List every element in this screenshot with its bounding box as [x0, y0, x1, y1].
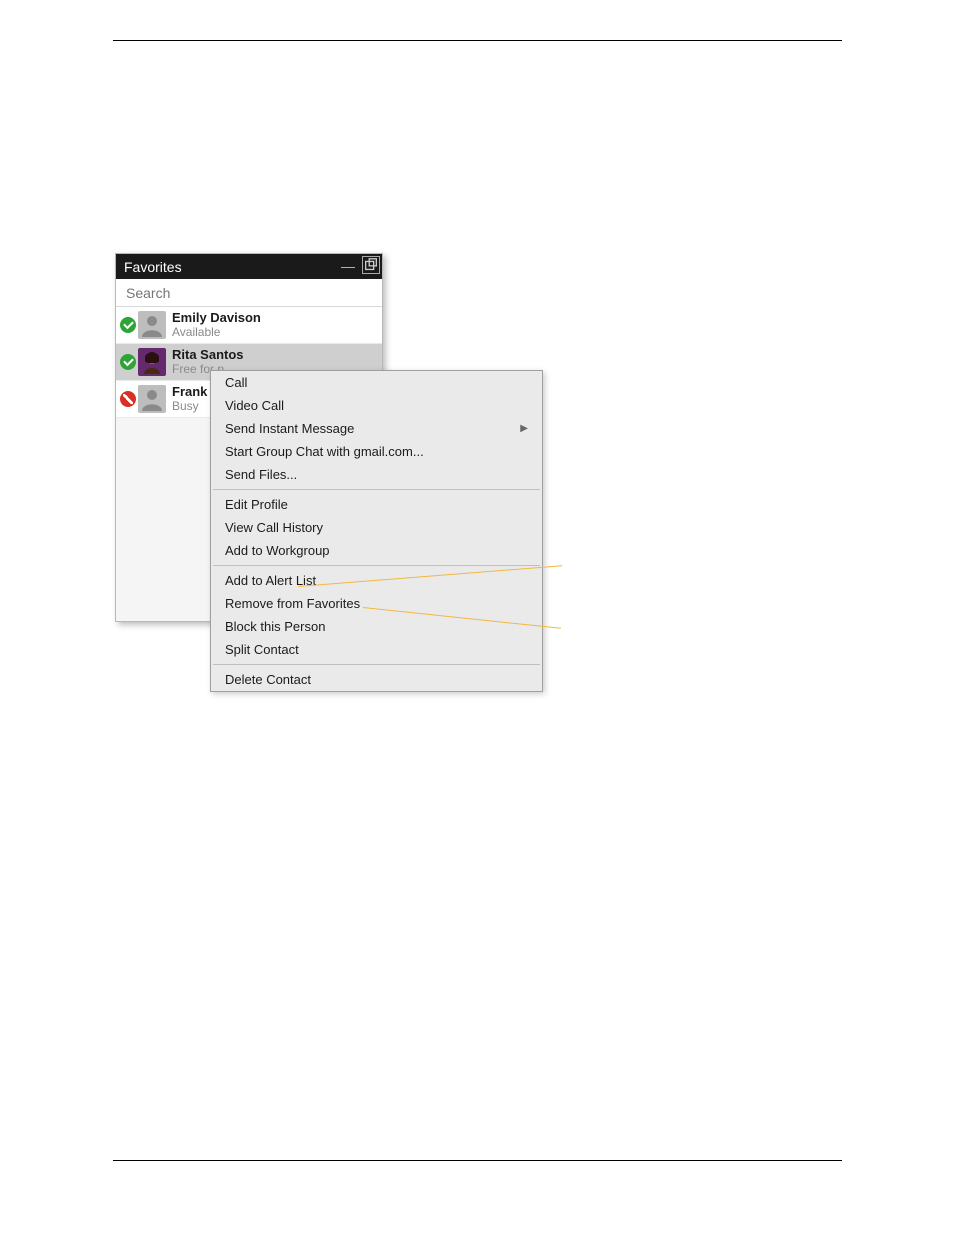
- menu-item-delete[interactable]: Delete Contact: [211, 668, 542, 691]
- menu-item-send-im[interactable]: Send Instant Message▶: [211, 417, 542, 440]
- menu-item-send-files[interactable]: Send Files...: [211, 463, 542, 486]
- menu-item-call-history[interactable]: View Call History: [211, 516, 542, 539]
- presence-busy-icon: [120, 391, 136, 407]
- menu-item-block[interactable]: Block this Person: [211, 615, 542, 638]
- contact-status: Available: [172, 326, 261, 339]
- menu-item-edit-profile[interactable]: Edit Profile: [211, 493, 542, 516]
- menu-item-group-chat[interactable]: Start Group Chat with gmail.com...: [211, 440, 542, 463]
- menu-item-remove-favorites[interactable]: Remove from Favorites: [211, 592, 542, 615]
- panel-title: Favorites: [124, 259, 182, 275]
- menu-separator: [213, 565, 540, 566]
- avatar: [138, 385, 166, 413]
- divider-bottom: [113, 1160, 842, 1161]
- menu-separator: [213, 664, 540, 665]
- menu-item-split[interactable]: Split Contact: [211, 638, 542, 661]
- menu-item-video-call[interactable]: Video Call: [211, 394, 542, 417]
- menu-item-call[interactable]: Call: [211, 371, 542, 394]
- context-menu: Call Video Call Send Instant Message▶ St…: [210, 370, 543, 692]
- menu-item-add-workgroup[interactable]: Add to Workgroup: [211, 539, 542, 562]
- search-bar: [116, 279, 382, 307]
- search-input[interactable]: [126, 285, 382, 301]
- presence-available-icon: [120, 317, 136, 333]
- presence-available-icon: [120, 354, 136, 370]
- avatar: [138, 348, 166, 376]
- contact-name: Rita Santos: [172, 348, 244, 362]
- submenu-arrow-icon: ▶: [520, 423, 528, 434]
- divider-top: [113, 40, 842, 41]
- contact-name: Emily Davison: [172, 311, 261, 325]
- minimize-button[interactable]: —: [338, 256, 358, 276]
- avatar: [138, 311, 166, 339]
- title-bar: Favorites —: [116, 254, 382, 279]
- contact-row[interactable]: Emily Davison Available: [116, 307, 382, 344]
- popout-button[interactable]: [362, 256, 380, 274]
- menu-separator: [213, 489, 540, 490]
